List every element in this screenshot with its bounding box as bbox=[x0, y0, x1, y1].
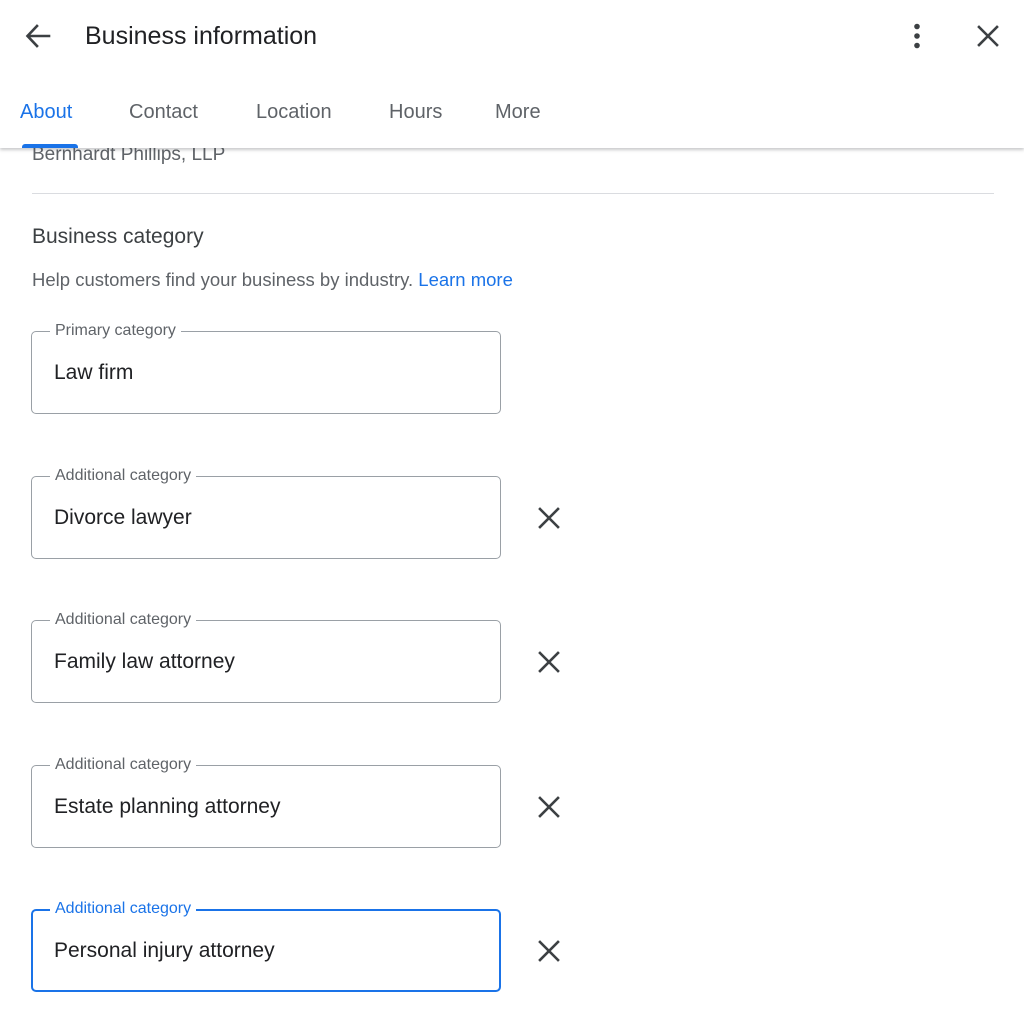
active-tab-indicator bbox=[22, 144, 78, 148]
additional-category-label: Additional category bbox=[50, 898, 197, 920]
tab-contact[interactable]: Contact bbox=[129, 98, 198, 138]
panel-header: Business information About Contact Locat… bbox=[0, 0, 1024, 148]
about-content: Bernhardt Phillips, LLP Business categor… bbox=[0, 0, 1024, 1016]
business-information-panel: Bernhardt Phillips, LLP Business categor… bbox=[0, 0, 1024, 1016]
section-divider bbox=[32, 193, 994, 194]
learn-more-link[interactable]: Learn more bbox=[418, 269, 513, 290]
tab-hours[interactable]: Hours bbox=[389, 98, 442, 138]
close-icon bbox=[538, 796, 560, 818]
additional-category-field-4[interactable]: Additional category bbox=[31, 898, 501, 992]
additional-category-field-3[interactable]: Additional category bbox=[31, 754, 501, 848]
remove-category-button-2[interactable] bbox=[528, 641, 570, 683]
tab-more[interactable]: More bbox=[495, 98, 541, 138]
tab-location[interactable]: Location bbox=[256, 98, 332, 138]
arrow-left-icon bbox=[25, 24, 51, 48]
remove-category-button-1[interactable] bbox=[528, 497, 570, 539]
tab-bar: About Contact Location Hours More bbox=[0, 88, 1024, 148]
close-icon bbox=[538, 507, 560, 529]
close-panel-button[interactable] bbox=[966, 14, 1010, 58]
additional-category-label: Additional category bbox=[50, 465, 197, 487]
additional-category-field-2[interactable]: Additional category bbox=[31, 609, 501, 703]
primary-category-field[interactable]: Primary category bbox=[31, 320, 501, 414]
business-category-title: Business category bbox=[32, 225, 204, 248]
tab-about[interactable]: About bbox=[20, 98, 72, 138]
primary-category-input[interactable] bbox=[54, 358, 474, 388]
page-title: Business information bbox=[85, 22, 318, 50]
close-icon bbox=[977, 25, 999, 47]
close-icon bbox=[538, 940, 560, 962]
additional-category-input[interactable] bbox=[54, 647, 474, 677]
additional-category-field-1[interactable]: Additional category bbox=[31, 465, 501, 559]
additional-category-input[interactable] bbox=[54, 503, 474, 533]
additional-category-input[interactable] bbox=[54, 936, 474, 966]
more-options-button[interactable] bbox=[895, 14, 939, 58]
description-text: Help customers find your business by ind… bbox=[32, 269, 414, 290]
primary-category-label: Primary category bbox=[50, 320, 181, 342]
remove-category-button-3[interactable] bbox=[528, 786, 570, 828]
additional-category-label: Additional category bbox=[50, 609, 197, 631]
close-icon bbox=[538, 651, 560, 673]
remove-category-button-4[interactable] bbox=[528, 930, 570, 972]
back-button[interactable] bbox=[16, 14, 60, 58]
additional-category-label: Additional category bbox=[50, 754, 197, 776]
business-category-description: Help customers find your business by ind… bbox=[32, 267, 513, 293]
more-vert-icon bbox=[914, 23, 920, 49]
additional-category-input[interactable] bbox=[54, 792, 474, 822]
